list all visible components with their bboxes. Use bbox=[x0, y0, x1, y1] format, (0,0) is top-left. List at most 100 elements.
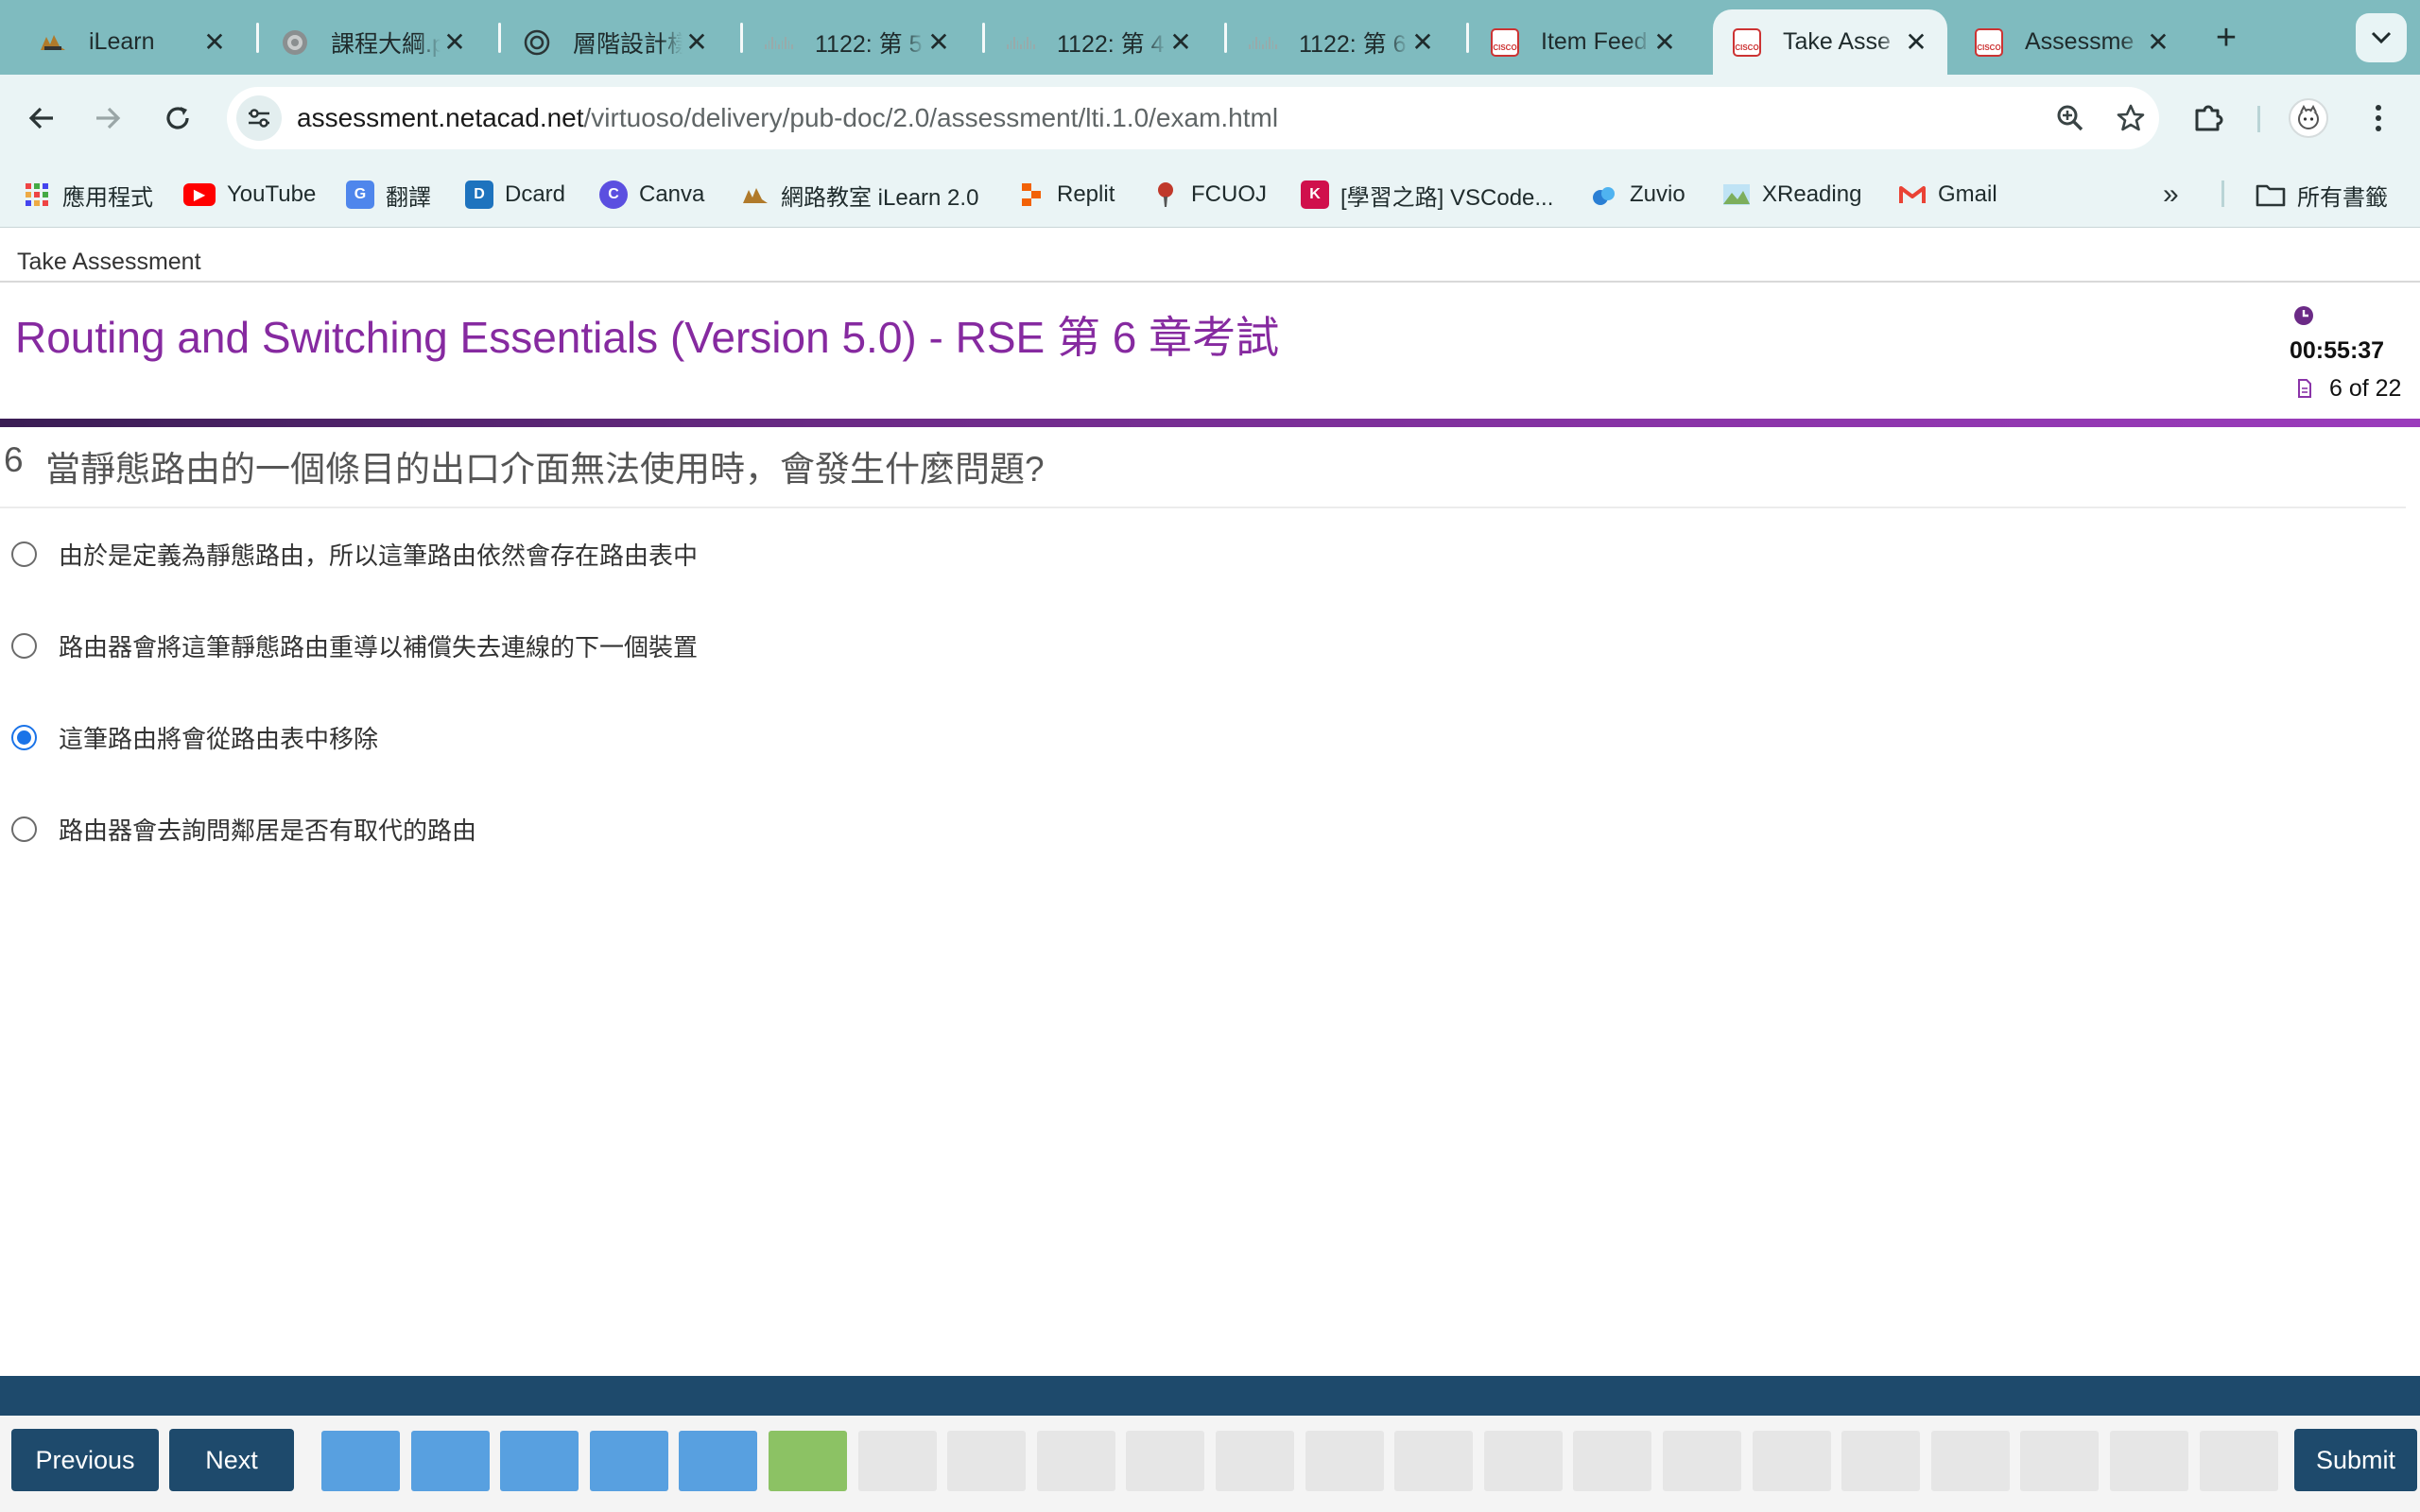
next-button[interactable]: Next bbox=[169, 1429, 294, 1491]
question-tile[interactable] bbox=[2110, 1431, 2188, 1491]
question-tile[interactable] bbox=[947, 1431, 1027, 1491]
question-tile[interactable] bbox=[1663, 1431, 1741, 1491]
option-radio[interactable] bbox=[11, 724, 37, 750]
question-tile[interactable] bbox=[410, 1431, 490, 1491]
bookmark-gmail[interactable]: Gmail bbox=[1898, 175, 1997, 215]
option-label[interactable]: 路由器會將這筆靜態路由重導以補償失去連線的下一個裝置 bbox=[59, 628, 698, 663]
extensions-button[interactable] bbox=[2184, 94, 2233, 143]
cisco-icon bbox=[1248, 27, 1278, 58]
close-icon[interactable]: ✕ bbox=[200, 26, 229, 58]
close-icon[interactable]: ✕ bbox=[1651, 26, 1679, 58]
close-icon[interactable]: ✕ bbox=[1167, 26, 1195, 58]
chevron-down-icon bbox=[2371, 31, 2392, 44]
tab-strip: iLearn ✕ 課程大綱.p ✕ 層階設計樣 ✕ 1122: 第 5 ✕ 11… bbox=[0, 0, 2420, 75]
question-tile[interactable] bbox=[2020, 1431, 2100, 1491]
question-tile[interactable] bbox=[1394, 1431, 1474, 1491]
ilearn-icon bbox=[741, 180, 769, 209]
tab-syllabus[interactable]: 課程大綱.p ✕ bbox=[261, 9, 486, 75]
question-tile[interactable] bbox=[2199, 1431, 2278, 1491]
question-tile[interactable] bbox=[1841, 1431, 1921, 1491]
answer-option[interactable]: 路由器會去詢問鄰居是否有取代的路由 bbox=[0, 800, 1323, 857]
tab-assessment[interactable]: CISCO Assessme ✕ bbox=[1955, 9, 2189, 75]
close-icon[interactable]: ✕ bbox=[441, 26, 469, 58]
bookmark-dcard[interactable]: D Dcard bbox=[465, 175, 565, 215]
question-tile[interactable] bbox=[769, 1431, 847, 1491]
all-bookmarks-button[interactable]: 所有書籤 bbox=[2256, 175, 2388, 215]
option-radio[interactable] bbox=[11, 632, 37, 659]
previous-button[interactable]: Previous bbox=[11, 1429, 159, 1491]
question-tile[interactable] bbox=[1483, 1431, 1563, 1491]
cisco-icon bbox=[764, 27, 794, 58]
double-chevron-right-icon[interactable]: » bbox=[2163, 179, 2179, 211]
option-radio[interactable] bbox=[11, 816, 37, 842]
question-tile[interactable] bbox=[679, 1431, 758, 1491]
question-tile[interactable] bbox=[1930, 1431, 2010, 1491]
page-title: Routing and Switching Essentials (Versio… bbox=[15, 313, 1280, 362]
new-tab-button[interactable]: + bbox=[2207, 17, 2245, 59]
footer-band bbox=[0, 1376, 2420, 1416]
question-tile[interactable] bbox=[500, 1431, 579, 1491]
close-icon[interactable]: ✕ bbox=[1409, 26, 1437, 58]
exam-header: Routing and Switching Essentials (Versio… bbox=[0, 284, 2420, 421]
bookmark-zuvio[interactable]: Zuvio bbox=[1590, 175, 1685, 215]
submit-button[interactable]: Submit bbox=[2294, 1429, 2417, 1491]
question-tile[interactable] bbox=[1752, 1431, 1831, 1491]
answer-option[interactable]: 這筆路由將會從路由表中移除 bbox=[0, 709, 1323, 765]
tab-1122-ch6[interactable]: 1122: 第 6 ✕ bbox=[1229, 9, 1454, 75]
bookmark-star-icon[interactable] bbox=[2108, 95, 2153, 141]
tab-search-button[interactable] bbox=[2356, 13, 2407, 62]
bookmark-youtube[interactable]: ▶ YouTube bbox=[183, 175, 316, 215]
option-label[interactable]: 這筆路由將會從路由表中移除 bbox=[59, 720, 378, 755]
tab-divider bbox=[740, 23, 743, 53]
question-tile[interactable] bbox=[1126, 1431, 1205, 1491]
tab-1122-ch4[interactable]: 1122: 第 4 ✕ bbox=[987, 9, 1212, 75]
question-tile[interactable] bbox=[1573, 1431, 1652, 1491]
tab-ilearn[interactable]: iLearn ✕ bbox=[19, 9, 246, 75]
bookmark-translate[interactable]: G 翻譯 bbox=[346, 175, 431, 215]
close-icon[interactable]: ✕ bbox=[925, 26, 953, 58]
profile-button[interactable] bbox=[2284, 94, 2333, 143]
exam-footer: Previous Next Submit bbox=[0, 1416, 2420, 1512]
reload-button[interactable] bbox=[153, 94, 202, 143]
url-host: assessment.netacad.net bbox=[297, 103, 584, 132]
youtube-icon: ▶ bbox=[183, 183, 216, 206]
close-icon[interactable]: ✕ bbox=[683, 26, 711, 58]
tab-divider bbox=[498, 23, 501, 53]
bookmark-label: Gmail bbox=[1938, 181, 1997, 207]
forward-arrow-icon bbox=[96, 107, 121, 129]
bookmark-vscode[interactable]: K [學習之路] VSCode... bbox=[1301, 175, 1553, 215]
tab-take-assessment[interactable]: CISCO Take Asse ✕ bbox=[1713, 9, 1947, 75]
site-info-icon[interactable] bbox=[236, 95, 282, 141]
option-radio[interactable] bbox=[11, 541, 37, 567]
tab-chatgpt[interactable]: 層階設計樣 ✕ bbox=[503, 9, 728, 75]
close-icon[interactable]: ✕ bbox=[1902, 26, 1930, 58]
question-tile[interactable] bbox=[857, 1431, 937, 1491]
reload-icon bbox=[166, 107, 189, 129]
answer-option[interactable]: 由於是定義為靜態路由，所以這筆路由依然會存在路由表中 bbox=[0, 525, 1323, 582]
address-bar[interactable]: assessment.netacad.net/virtuoso/delivery… bbox=[227, 87, 2159, 149]
question-tile[interactable] bbox=[321, 1431, 400, 1491]
url-text[interactable]: assessment.netacad.net/virtuoso/delivery… bbox=[297, 87, 1278, 149]
close-icon[interactable]: ✕ bbox=[2144, 26, 2172, 58]
bookmark-ilearn[interactable]: 網路教室 iLearn 2.0 bbox=[741, 175, 978, 215]
back-button[interactable] bbox=[17, 94, 66, 143]
bookmark-fcuoj[interactable]: FCUOJ bbox=[1151, 175, 1267, 215]
option-label[interactable]: 路由器會去詢問鄰居是否有取代的路由 bbox=[59, 812, 476, 847]
question-tile[interactable] bbox=[1036, 1431, 1115, 1491]
question-tile[interactable] bbox=[1216, 1431, 1294, 1491]
bookmark-replit[interactable]: Replit bbox=[1017, 175, 1115, 215]
zoom-icon[interactable] bbox=[2048, 95, 2093, 141]
question-tile[interactable] bbox=[1305, 1431, 1384, 1491]
bookmark-xreading[interactable]: XReading bbox=[1722, 175, 1861, 215]
tab-1122-ch5[interactable]: 1122: 第 5 ✕ bbox=[745, 9, 970, 75]
tab-item-feedback[interactable]: CISCO Item Feed ✕ bbox=[1471, 9, 1696, 75]
bookmark-canva[interactable]: C Canva bbox=[599, 175, 704, 215]
question-tile[interactable] bbox=[589, 1431, 668, 1491]
option-label[interactable]: 由於是定義為靜態路由，所以這筆路由依然會存在路由表中 bbox=[59, 537, 698, 572]
forward-button[interactable] bbox=[83, 94, 132, 143]
bookmark-apps[interactable]: 應用程式 bbox=[23, 175, 153, 215]
tab-title: 層階設計樣 bbox=[573, 30, 683, 58]
question-text: 當靜態路由的一個條目的出口介面無法使用時，會發生什麼問題? bbox=[45, 450, 1045, 489]
answer-option[interactable]: 路由器會將這筆靜態路由重導以補償失去連線的下一個裝置 bbox=[0, 617, 1323, 674]
menu-button[interactable] bbox=[2354, 94, 2403, 143]
